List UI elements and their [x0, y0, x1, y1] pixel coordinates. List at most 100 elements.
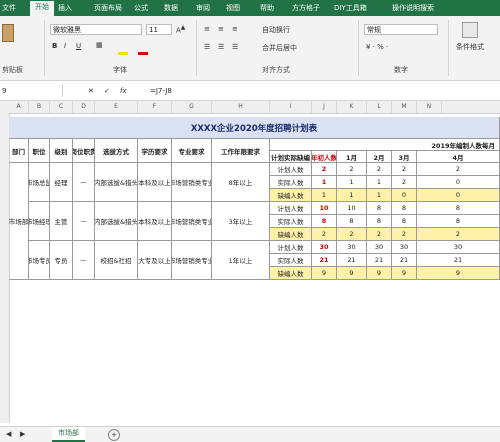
column-header[interactable]: D [73, 101, 95, 113]
column-header[interactable]: E [95, 101, 138, 113]
formula-input[interactable]: =J7-J8 [150, 85, 172, 97]
align-right-icon[interactable]: ☰ [232, 43, 238, 51]
column-header[interactable]: B [29, 101, 50, 113]
table-header[interactable]: 工作年限要求 [212, 139, 270, 163]
value-cell[interactable]: 8 [367, 215, 392, 228]
group-major[interactable]: 市场营销类专业 [172, 202, 212, 241]
row-label[interactable]: 计划人数 [270, 241, 312, 254]
paste-icon[interactable] [2, 24, 14, 42]
group-level[interactable]: 主管 [50, 202, 73, 241]
ribbon-tab[interactable]: 审阅 [196, 2, 210, 14]
ribbon-tab[interactable]: 方方格子 [292, 2, 320, 14]
column-header[interactable]: L [367, 101, 392, 113]
row-label[interactable]: 缺编人数 [270, 228, 312, 241]
value-cell[interactable]: 9 [337, 267, 367, 280]
value-cell[interactable]: 9 [312, 267, 337, 280]
group-years[interactable]: 3年以上 [212, 202, 270, 241]
font-color-icon[interactable] [138, 43, 148, 55]
column-header[interactable]: K [337, 101, 367, 113]
group-major[interactable]: 市场营销类专业 [172, 163, 212, 202]
value-cell[interactable]: 2 [337, 228, 367, 241]
value-cell[interactable]: 8 [392, 202, 417, 215]
column-header[interactable]: M [392, 101, 417, 113]
group-edu[interactable]: 本科及以上 [138, 163, 172, 202]
ribbon-tab[interactable]: 插入 [58, 2, 72, 14]
value-cell[interactable]: 9 [417, 267, 500, 280]
cancel-icon[interactable]: ✕ [88, 87, 94, 95]
value-cell[interactable]: 30 [312, 241, 337, 254]
ribbon-tab[interactable]: 公式 [134, 2, 148, 14]
group-method[interactable]: 内部选拔&猎头 [95, 202, 138, 241]
ribbon-tab[interactable]: 开始 [30, 1, 54, 16]
column-header[interactable]: N [417, 101, 442, 113]
value-cell[interactable]: 2 [312, 228, 337, 241]
value-cell[interactable]: 21 [392, 254, 417, 267]
conditional-format-button[interactable]: 条件格式 [456, 42, 484, 52]
column-header[interactable]: H [212, 101, 270, 113]
name-box[interactable]: 9 [0, 85, 63, 97]
value-cell[interactable]: 30 [417, 241, 500, 254]
group-major[interactable]: 市场营销类专业 [172, 241, 212, 280]
borders-icon[interactable]: ▦ [96, 41, 103, 49]
value-cell[interactable]: 21 [312, 254, 337, 267]
value-cell[interactable]: 10 [337, 202, 367, 215]
value-cell[interactable]: 1 [367, 176, 392, 189]
row-label[interactable]: 实际人数 [270, 215, 312, 228]
value-cell[interactable]: 10 [312, 202, 337, 215]
table-header[interactable]: 选拔方式 [95, 139, 138, 163]
group-duty[interactable]: — [73, 241, 95, 280]
column-header[interactable]: A [9, 101, 29, 113]
sub-header[interactable]: 2月 [367, 151, 392, 163]
wrap-text-button[interactable]: 自动换行 [262, 25, 290, 35]
group-years[interactable]: 1年以上 [212, 241, 270, 280]
value-cell[interactable]: 8 [392, 215, 417, 228]
prev-sheet-icon[interactable]: ◀ [6, 430, 11, 438]
row-label[interactable]: 实际人数 [270, 254, 312, 267]
value-cell[interactable]: 30 [392, 241, 417, 254]
value-cell[interactable]: 2 [417, 228, 500, 241]
font-name-select[interactable]: 微软雅黑 [50, 24, 142, 35]
ribbon-tab[interactable]: 帮助 [260, 2, 274, 14]
value-cell[interactable]: 2 [312, 163, 337, 176]
column-header[interactable]: J [312, 101, 337, 113]
sheet-tab[interactable]: 市场部 [52, 427, 85, 442]
add-sheet-icon[interactable]: + [108, 429, 120, 441]
value-cell[interactable]: 0 [417, 176, 500, 189]
table-header[interactable]: 专业要求 [172, 139, 212, 163]
ribbon-tab[interactable]: 操作说明搜索 [392, 2, 434, 14]
align-top-icon[interactable]: ≡ [204, 25, 210, 33]
value-cell[interactable]: 2 [392, 228, 417, 241]
group-level[interactable]: 经理 [50, 163, 73, 202]
table-header[interactable]: 岗位职责 [73, 139, 95, 163]
conditional-format-icon[interactable] [462, 22, 478, 38]
value-cell[interactable]: 21 [337, 254, 367, 267]
group-method[interactable]: 校招&社招 [95, 241, 138, 280]
group-position[interactable]: 市场总监 [29, 163, 50, 202]
sub-header[interactable]: 4月 [417, 151, 500, 163]
align-middle-icon[interactable]: ≡ [218, 25, 224, 33]
group-duty[interactable]: — [73, 202, 95, 241]
ribbon-tab[interactable]: 页面布局 [94, 2, 122, 14]
ribbon-tab[interactable]: DIY工具箱 [334, 2, 367, 14]
currency-icon[interactable]: ¥ · % · [366, 43, 388, 51]
value-cell[interactable]: 1 [337, 189, 367, 202]
row-label[interactable]: 计划人数 [270, 163, 312, 176]
value-cell[interactable]: 30 [367, 241, 392, 254]
bold-icon[interactable]: B [52, 42, 57, 50]
table-header[interactable]: 学历要求 [138, 139, 172, 163]
fill-color-icon[interactable] [118, 43, 128, 55]
font-size-select[interactable]: 11 [146, 24, 172, 35]
insert-function-icon[interactable]: fx [120, 87, 127, 95]
group-edu[interactable]: 大专及以上 [138, 241, 172, 280]
enter-icon[interactable]: ✓ [104, 87, 110, 95]
value-cell[interactable]: 8 [417, 202, 500, 215]
sub-header[interactable]: 1月 [337, 151, 367, 163]
value-cell[interactable]: 0 [392, 189, 417, 202]
table-header[interactable]: 级别 [50, 139, 73, 163]
row-label[interactable]: 缺编人数 [270, 267, 312, 280]
sub-header[interactable]: 3月 [392, 151, 417, 163]
row-label[interactable]: 缺编人数 [270, 189, 312, 202]
department-cell[interactable]: 市场部 [9, 163, 29, 280]
value-cell[interactable]: 9 [392, 267, 417, 280]
value-cell[interactable]: 0 [417, 189, 500, 202]
